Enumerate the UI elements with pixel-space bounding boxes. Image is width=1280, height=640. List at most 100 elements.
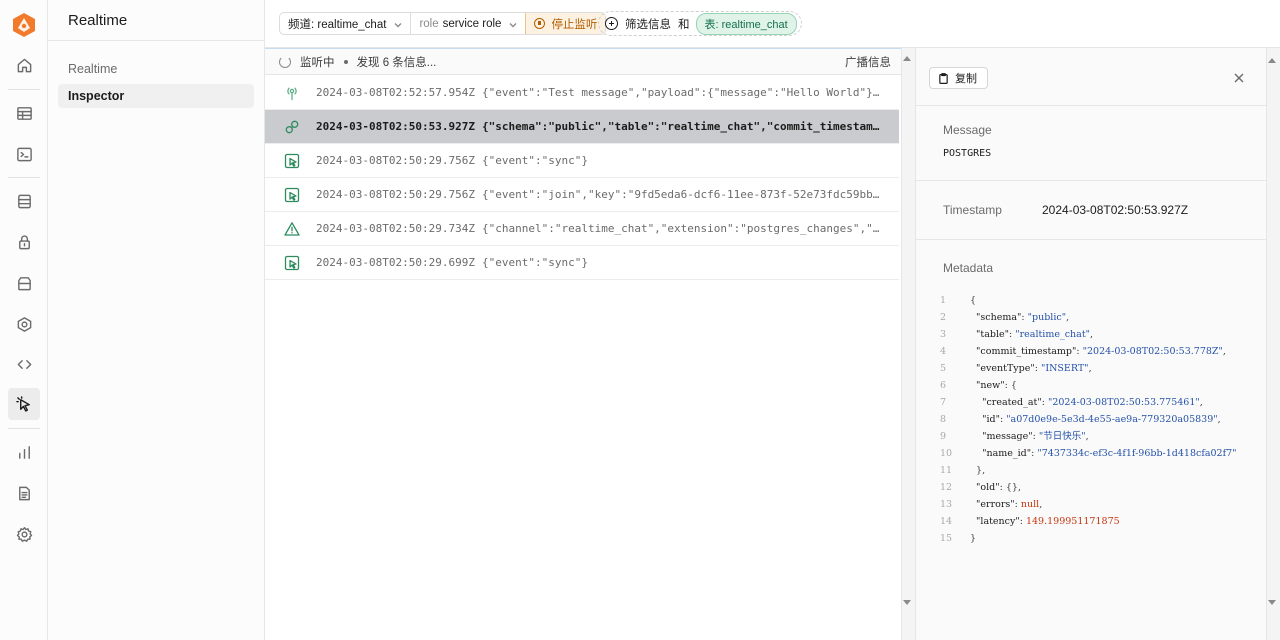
line-number: 2 — [940, 312, 947, 323]
json-value: {}, — [1005, 482, 1021, 493]
scroll-down-icon[interactable] — [903, 600, 911, 605]
message-log-panel: 监听中 发现 6 条信息... 广播信息 2024-03-08T02:52:57… — [265, 48, 915, 640]
storage-icon[interactable] — [8, 267, 40, 299]
add-filter-icon[interactable] — [605, 17, 618, 30]
log-row[interactable]: 2024-03-08T02:50:29.756Z {"event":"join",… — [265, 178, 899, 212]
table-filter-chip[interactable]: 表: realtime_chat — [695, 12, 797, 35]
log-row[interactable]: 2024-03-08T02:50:29.734Z {"channel":"real… — [265, 212, 899, 246]
copy-button[interactable]: 复制 — [929, 67, 988, 89]
json-value: } — [970, 533, 977, 544]
loading-spinner-icon — [279, 55, 291, 68]
json-key: "id" — [982, 414, 1000, 425]
json-key: "table" — [976, 329, 1010, 340]
cursor-icon — [284, 255, 300, 271]
channel-select-label: 频道: realtime_chat — [288, 18, 387, 31]
settings-icon[interactable] — [8, 518, 40, 550]
terminal-icon[interactable] — [8, 138, 40, 170]
channel-select[interactable]: 频道: realtime_chat — [280, 13, 410, 34]
log-timestamp: 2024-03-08T02:50:29.734Z — [316, 222, 475, 235]
json-value: { — [1010, 380, 1017, 391]
sidebar-item-inspector[interactable]: Inspector — [58, 84, 254, 108]
role-prefix: role — [419, 17, 439, 30]
json-comma: , — [1085, 431, 1089, 442]
json-key: "created_at" — [982, 397, 1042, 408]
listening-label: 监听中 — [300, 56, 335, 69]
stop-listening-button[interactable]: 停止监听 — [525, 13, 606, 34]
log-row[interactable]: 2024-03-08T02:50:29.699Z {"event":"sync"} — [265, 246, 899, 280]
json-value: "INSERT" — [1040, 363, 1089, 374]
realtime-icon[interactable] — [8, 388, 40, 420]
scroll-down-icon[interactable] — [1268, 600, 1276, 605]
line-number: 15 — [940, 533, 953, 544]
table-icon[interactable] — [8, 97, 40, 129]
json-value: }, — [976, 465, 986, 476]
lock-icon[interactable] — [8, 226, 40, 258]
cursor-icon — [284, 187, 300, 203]
close-icon[interactable] — [1233, 72, 1245, 84]
json-value: "realtime_chat" — [1015, 329, 1091, 340]
role-select[interactable]: role service role — [410, 13, 525, 34]
json-value: "7437334c-ef3c-4f1f-96bb-1d418cfa02f7" — [1037, 448, 1237, 459]
docs-icon[interactable] — [8, 477, 40, 509]
database-icon[interactable] — [8, 185, 40, 217]
log-row[interactable]: 2024-03-08T02:50:29.756Z {"event":"sync"} — [265, 144, 899, 178]
json-value: "2024-03-08T02:50:53.778Z" — [1082, 346, 1223, 357]
log-row[interactable]: 2024-03-08T02:52:57.954Z {"event":"Test m… — [265, 76, 899, 110]
json-comma: , — [1090, 329, 1094, 340]
sidebar-divider — [48, 40, 264, 41]
detail-scrollbar[interactable] — [1266, 48, 1280, 640]
reports-icon[interactable] — [8, 436, 40, 468]
sidebar-title: Realtime — [68, 12, 128, 29]
home-icon[interactable] — [8, 49, 40, 81]
log-timestamp: 2024-03-08T02:50:53.927Z — [316, 120, 475, 133]
app-logo-icon[interactable] — [12, 12, 36, 38]
code-line: 1{ — [940, 292, 1237, 309]
line-number: 11 — [940, 465, 953, 476]
json-comma: , — [1222, 346, 1226, 357]
filter-bar[interactable]: 筛选信息 和 表: realtime_chat — [598, 11, 802, 36]
timestamp-value: 2024-03-08T02:50:53.927Z — [1042, 203, 1189, 217]
log-timestamp: 2024-03-08T02:50:29.756Z — [316, 188, 475, 201]
json-key: "latency" — [976, 516, 1020, 527]
message-label: Message — [943, 123, 992, 137]
line-number: 8 — [940, 414, 947, 425]
stop-icon — [534, 18, 546, 29]
code-line: 9 "message": "节日快乐", — [940, 428, 1237, 445]
line-number: 1 — [940, 295, 947, 306]
json-value: "a07d0e9e-5e3d-4e55-ae9a-779320a05839" — [1006, 414, 1218, 425]
detail-divider — [916, 180, 1267, 181]
line-number: 5 — [940, 363, 947, 374]
log-message: {"event":"join","key":"9fd5eda6-dcf6-11e… — [482, 188, 899, 201]
code-line: 7 "created_at": "2024-03-08T02:50:53.775… — [940, 394, 1237, 411]
code-line: 15} — [940, 530, 1237, 547]
log-scrollbar[interactable] — [901, 48, 915, 640]
scroll-up-icon[interactable] — [903, 56, 911, 61]
functions-icon[interactable] — [8, 308, 40, 340]
metadata-json-viewer[interactable]: 1{2 "schema": "public", 3 "table": "realt… — [940, 292, 1237, 547]
code-icon[interactable] — [8, 348, 40, 380]
line-number: 14 — [940, 516, 953, 527]
json-key: "schema" — [976, 312, 1022, 323]
json-key: "errors" — [976, 499, 1015, 510]
log-row[interactable]: 2024-03-08T02:50:53.927Z {"schema":"publi… — [265, 110, 899, 144]
detail-divider — [916, 105, 1267, 106]
code-line: 5 "eventType": "INSERT", — [940, 360, 1237, 377]
json-value: "节日快乐" — [1038, 431, 1086, 442]
sidebar-section-realtime[interactable]: Realtime — [68, 62, 117, 76]
rail-divider — [8, 89, 40, 90]
code-line: 3 "table": "realtime_chat", — [940, 326, 1237, 343]
line-number: 12 — [940, 482, 953, 493]
broadcast-message-button[interactable]: 广播信息 — [845, 54, 891, 70]
inspector-toolbar: 频道: realtime_chat role service role 停止监听… — [265, 0, 1280, 48]
log-timestamp: 2024-03-08T02:50:29.699Z — [316, 256, 475, 269]
json-key: "new" — [976, 380, 1005, 391]
json-comma: , — [1039, 499, 1043, 510]
scroll-up-icon[interactable] — [1268, 58, 1276, 63]
line-number: 4 — [940, 346, 947, 357]
separator-dot — [343, 59, 348, 64]
json-value: null — [1020, 499, 1040, 510]
product-sidebar: Realtime Realtime Inspector — [48, 0, 265, 640]
